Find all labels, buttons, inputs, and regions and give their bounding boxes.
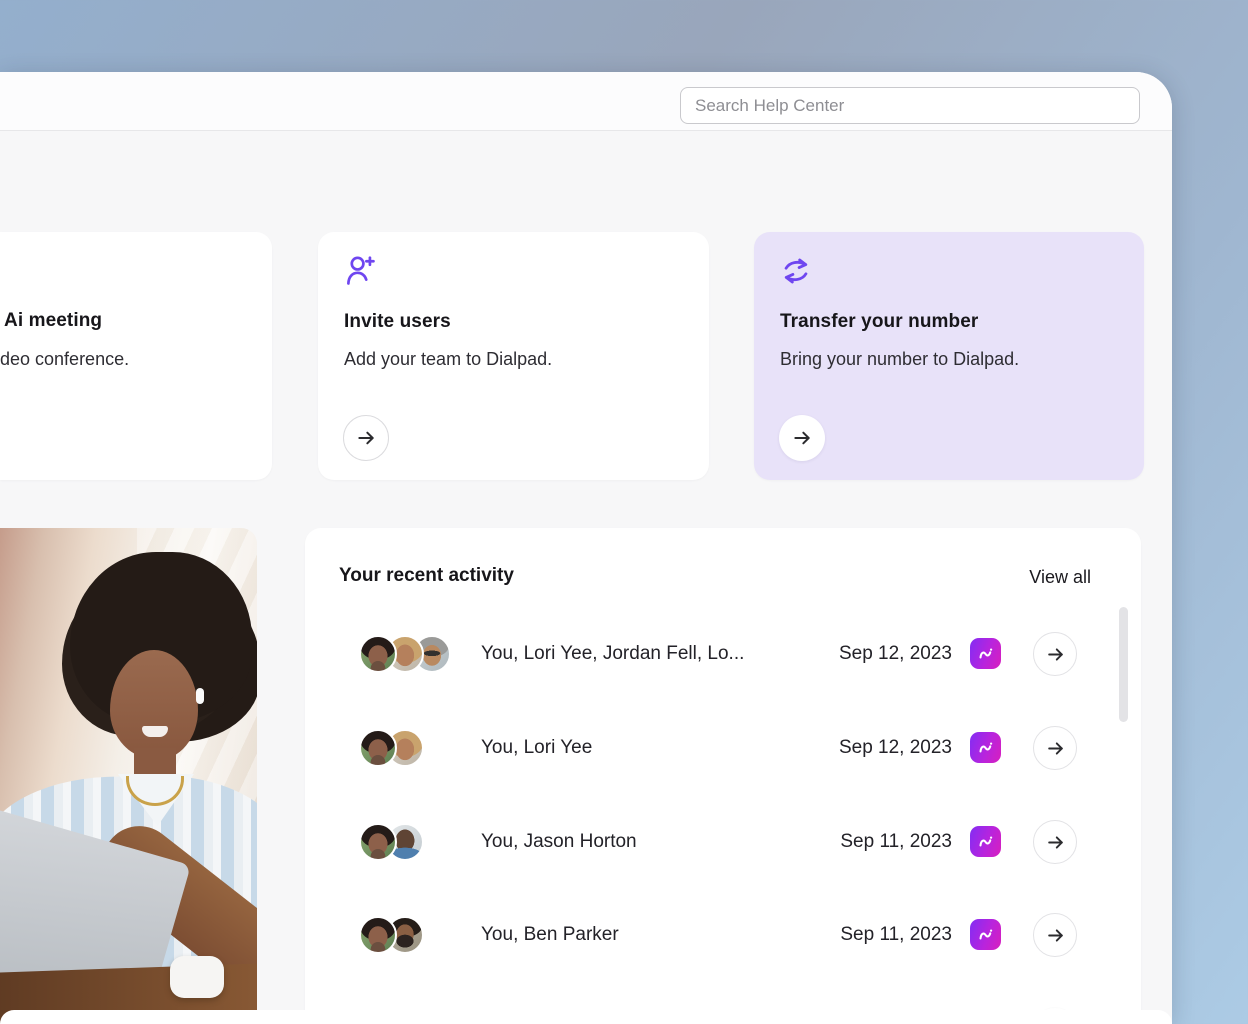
card-invite-users[interactable]: Invite users Add your team to Dialpad. (318, 232, 709, 480)
open-activity-button[interactable] (1033, 726, 1077, 770)
card-description: Bring your number to Dialpad. (780, 349, 1020, 369)
activity-row[interactable]: You, Ben Parker Sep 11, 2023 (359, 888, 1101, 982)
open-activity-button[interactable] (1033, 820, 1077, 864)
activity-date: Sep 11, 2023 (840, 831, 952, 852)
photo-person-smile (142, 726, 168, 737)
arrow-right-icon (1047, 647, 1063, 661)
avatar (359, 729, 397, 767)
arrow-right-icon (1047, 928, 1063, 942)
arrow-right-icon (358, 431, 374, 445)
avatar (359, 635, 397, 673)
recent-activity-panel: Your recent activity View all You, Lori … (305, 528, 1141, 1024)
scrollbar-thumb[interactable] (1119, 607, 1128, 722)
activity-date: Sep 12, 2023 (838, 737, 952, 758)
activity-row[interactable]: You, Lori Yee, Jordan Fell, Lo... Sep 12… (359, 607, 1101, 701)
dialpad-ai-icon (970, 638, 1001, 669)
participants-label: You, Lori Yee (481, 737, 593, 758)
dialpad-ai-icon (970, 732, 1001, 763)
view-all-link[interactable]: View all (1029, 567, 1091, 588)
participants-label: You, Jason Horton (481, 831, 637, 852)
card-description: deo conference. (0, 349, 130, 369)
activity-date: Sep 12, 2023 (838, 643, 952, 664)
page-header (0, 72, 1172, 131)
card-title: Transfer your number (780, 311, 979, 332)
card-transfer-number[interactable]: Transfer your number Bring your number t… (754, 232, 1144, 480)
arrow-right-icon (1047, 741, 1063, 755)
arrow-right-icon (794, 431, 810, 445)
activity-date: Sep 11, 2023 (840, 924, 952, 945)
avatar (359, 823, 397, 861)
avatar (359, 916, 397, 954)
dialpad-ai-icon (970, 919, 1001, 950)
arrow-right-icon (1047, 835, 1063, 849)
help-center-page: Ai meeting deo conference. Invite users … (0, 72, 1172, 1024)
transfer-arrows-icon (784, 258, 808, 284)
card-title: Invite users (344, 311, 451, 332)
person-add-icon (347, 256, 375, 285)
photo-earbuds-case (170, 956, 224, 998)
next-section-edge (0, 1010, 1172, 1024)
card-title: Ai meeting (4, 310, 103, 331)
participants-label: You, Ben Parker (481, 924, 619, 945)
card-ai-meeting[interactable]: Ai meeting deo conference. (0, 232, 272, 480)
activity-row[interactable]: You, Lori Yee Sep 12, 2023 (359, 701, 1101, 795)
card-go-button[interactable] (779, 415, 825, 461)
card-go-button[interactable] (343, 415, 389, 461)
open-activity-button[interactable] (1033, 632, 1077, 676)
participants-label: You, Lori Yee, Jordan Fell, Lo... (481, 643, 745, 664)
photo-person-face (110, 650, 198, 760)
activity-row[interactable]: You, Jason Horton Sep 11, 2023 (359, 795, 1101, 889)
photo-earbud (196, 688, 204, 704)
recent-activity-title: Your recent activity (339, 565, 514, 586)
onboarding-photo (0, 528, 257, 1024)
card-description: Add your team to Dialpad. (344, 349, 553, 369)
open-activity-button[interactable] (1033, 913, 1077, 957)
dialpad-ai-icon (970, 826, 1001, 857)
search-input[interactable] (680, 87, 1140, 124)
